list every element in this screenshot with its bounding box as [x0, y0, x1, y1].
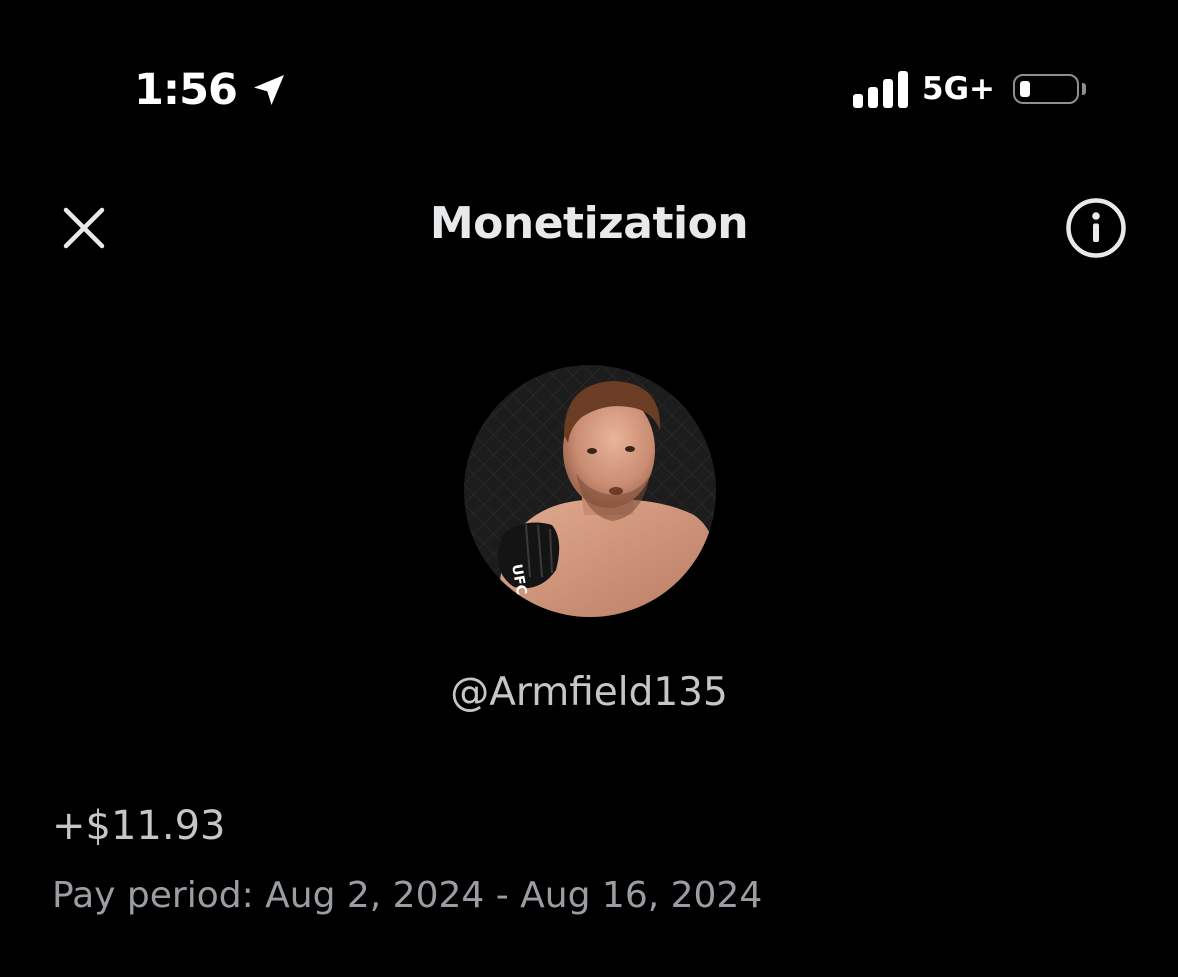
- clock-time: 1:56: [134, 65, 238, 115]
- cellular-signal-icon: [853, 70, 908, 108]
- earnings-amount: +$11.93: [52, 803, 226, 849]
- pay-period: Pay period: Aug 2, 2024 - Aug 16, 2024: [52, 875, 763, 916]
- profile-handle: @Armfield135: [450, 670, 728, 715]
- battery-level: [1020, 81, 1030, 97]
- battery-icon: [1013, 74, 1086, 104]
- avatar[interactable]: UFC: [464, 365, 716, 617]
- info-button[interactable]: [1064, 196, 1128, 260]
- status-bar-clock: 1:56: [134, 62, 289, 118]
- location-arrow-icon: [253, 75, 284, 105]
- status-bar-right: 5G+: [853, 66, 1086, 112]
- avatar-image: UFC: [464, 365, 716, 617]
- page-title: Monetization: [429, 198, 749, 249]
- info-icon: [1066, 198, 1126, 258]
- network-type: 5G+: [922, 71, 995, 107]
